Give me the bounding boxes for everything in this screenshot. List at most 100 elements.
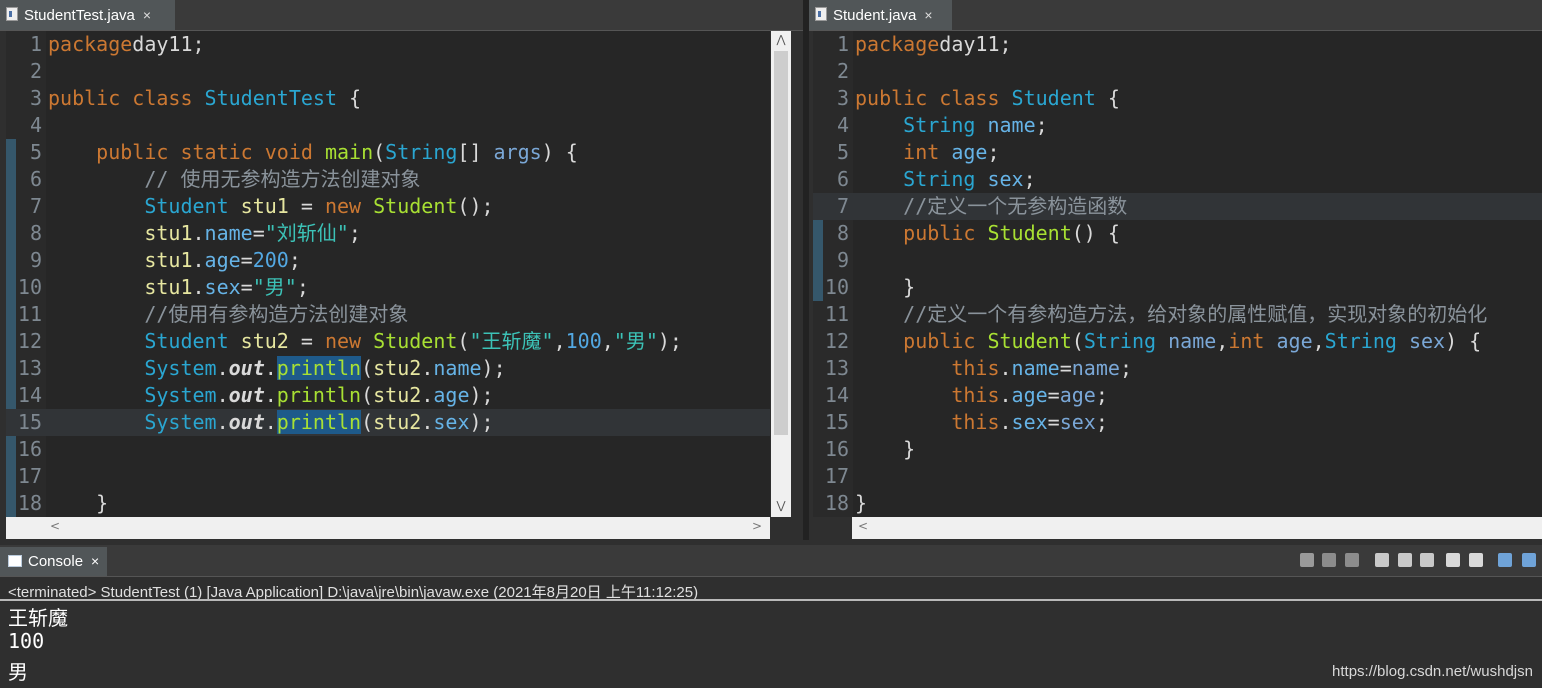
code-token: = [288, 194, 325, 218]
chevron-left-icon[interactable]: < [50, 519, 60, 533]
code-token: ) { [1445, 329, 1482, 353]
code-line[interactable]: 12 Student stu2 = new Student("王斩魔",100,… [6, 328, 770, 355]
chevron-left-icon[interactable]: < [858, 519, 868, 533]
code-token: ; [1119, 356, 1132, 380]
line-number: 9 [836, 248, 849, 272]
console-output-line: 100 [8, 629, 45, 653]
code-token: stu1 [144, 248, 193, 272]
code-token: { [1095, 86, 1120, 110]
show-stdout-icon[interactable] [1446, 553, 1460, 567]
console-output-line: 男 [8, 660, 28, 684]
code-line[interactable]: 13 this.name=name; [813, 355, 1542, 382]
code-token: = [1059, 356, 1072, 380]
code-line[interactable]: 1 packageday11; [6, 31, 770, 58]
chevron-right-icon[interactable]: > [752, 519, 762, 533]
code-line[interactable]: 8 stu1.name="刘斩仙"; [6, 220, 770, 247]
code-token: "男" [613, 329, 658, 353]
scrollbar-thumb[interactable] [774, 51, 788, 435]
remove-all-icon[interactable] [1345, 553, 1359, 567]
clear-console-icon[interactable] [1375, 553, 1389, 567]
code-line[interactable]: 11 //定义一个有参构造方法，给对象的属性赋值，实现对象的初始化 [813, 301, 1542, 328]
right-code-editor[interactable]: 1 packageday11; 2 3 public class Student {4 … [813, 31, 1542, 517]
code-line[interactable]: 5 public static void main(String[] args)… [6, 139, 770, 166]
code-token: , [1216, 329, 1229, 353]
code-line[interactable]: 8 public Student() { [813, 220, 1542, 247]
code-line[interactable]: 7 Student stu1 = new Student(); [6, 193, 770, 220]
code-line[interactable]: 4 [6, 112, 770, 139]
remove-launch-icon[interactable] [1322, 553, 1336, 567]
terminate-icon[interactable] [1300, 553, 1314, 567]
code-line[interactable]: 15 this.sex=sex; [813, 409, 1542, 436]
code-line[interactable]: 1 packageday11; [813, 31, 1542, 58]
chevron-down-icon[interactable]: ⋁ [771, 499, 791, 512]
tab-console[interactable]: Console × [0, 547, 108, 576]
close-icon[interactable]: × [924, 7, 932, 23]
code-token: = [252, 221, 265, 245]
console-view: Console × <terminated> StudentTest (1) [J… [0, 545, 1542, 688]
code-token: println [276, 383, 362, 407]
code-line[interactable]: 14 this.age=age; [813, 382, 1542, 409]
code-line[interactable]: 7 //定义一个无参构造函数 [813, 193, 1542, 220]
close-icon[interactable]: × [143, 7, 151, 23]
close-icon[interactable]: × [91, 553, 99, 569]
word-wrap-icon[interactable] [1420, 553, 1434, 567]
tab-student-java[interactable]: Student.java × [809, 0, 952, 30]
code-token: ); [657, 329, 682, 353]
horizontal-scrollbar[interactable]: < [852, 517, 1542, 539]
code-line[interactable]: 16 [6, 436, 770, 463]
line-number: 4 [29, 113, 42, 137]
code-line[interactable]: 6 // 使用无参构造方法创建对象 [6, 166, 770, 193]
code-line[interactable]: 9 stu1.age=200; [6, 247, 770, 274]
open-console-icon[interactable] [1522, 553, 1536, 567]
code-token: out [228, 383, 265, 407]
horizontal-scrollbar[interactable]: < > [6, 517, 770, 539]
line-number: 12 [17, 329, 42, 353]
code-line[interactable]: 5 int age; [813, 139, 1542, 166]
show-stderr-icon[interactable] [1469, 553, 1483, 567]
code-line[interactable]: 11 //使用有参构造方法创建对象 [6, 301, 770, 328]
tab-studenttest-java[interactable]: StudentTest.java × [0, 0, 175, 30]
code-line[interactable]: 10 stu1.sex="男"; [6, 274, 770, 301]
code-line[interactable]: 2 [6, 58, 770, 85]
vertical-scrollbar[interactable]: ⋀ ⋁ [771, 31, 791, 517]
code-line[interactable]: 17 [813, 463, 1542, 490]
code-text: this.age=age; [855, 382, 1108, 409]
code-token: [] [457, 140, 494, 164]
code-line[interactable]: 10 } [813, 274, 1542, 301]
code-text: } [855, 436, 915, 463]
code-line[interactable]: 16 } [813, 436, 1542, 463]
code-line[interactable]: 18} [813, 490, 1542, 517]
code-token: } [48, 491, 109, 515]
code-text: System.out.println(stu2.age); [48, 382, 493, 409]
code-token: ; [1023, 167, 1036, 191]
code-token: name [204, 221, 253, 245]
left-code-editor[interactable]: 1 packageday11; 2 3 public class StudentTest… [6, 31, 770, 517]
code-token: println [276, 356, 362, 380]
code-line[interactable]: 13 System.out.println(stu2.name); [6, 355, 770, 382]
code-text: //定义一个有参构造方法，给对象的属性赋值，实现对象的初始化 [855, 301, 1487, 328]
code-line[interactable]: 3 public class Student { [813, 85, 1542, 112]
code-line[interactable]: 2 [813, 58, 1542, 85]
code-line[interactable]: 3 public class StudentTest { [6, 85, 770, 112]
code-token: , [553, 329, 566, 353]
code-line[interactable]: 14 System.out.println(stu2.age); [6, 382, 770, 409]
code-text: System.out.println(stu2.name); [48, 355, 506, 382]
console-tabbar: Console × [0, 545, 1542, 577]
chevron-up-icon[interactable]: ⋀ [771, 33, 791, 46]
code-line[interactable]: 15 System.out.println(stu2.sex); [6, 409, 770, 436]
code-line[interactable]: 12 public Student(String name,int age,St… [813, 328, 1542, 355]
code-text: //使用有参构造方法创建对象 [48, 301, 408, 328]
pin-console-icon[interactable] [1498, 553, 1512, 567]
code-line[interactable]: 17 [6, 463, 770, 490]
code-line[interactable]: 6 String sex; [813, 166, 1542, 193]
code-line[interactable]: 18 } [6, 490, 770, 517]
code-line[interactable]: 4 String name; [813, 112, 1542, 139]
code-line[interactable]: 9 [813, 247, 1542, 274]
code-token: . [264, 383, 277, 407]
scroll-lock-icon[interactable] [1398, 553, 1412, 567]
